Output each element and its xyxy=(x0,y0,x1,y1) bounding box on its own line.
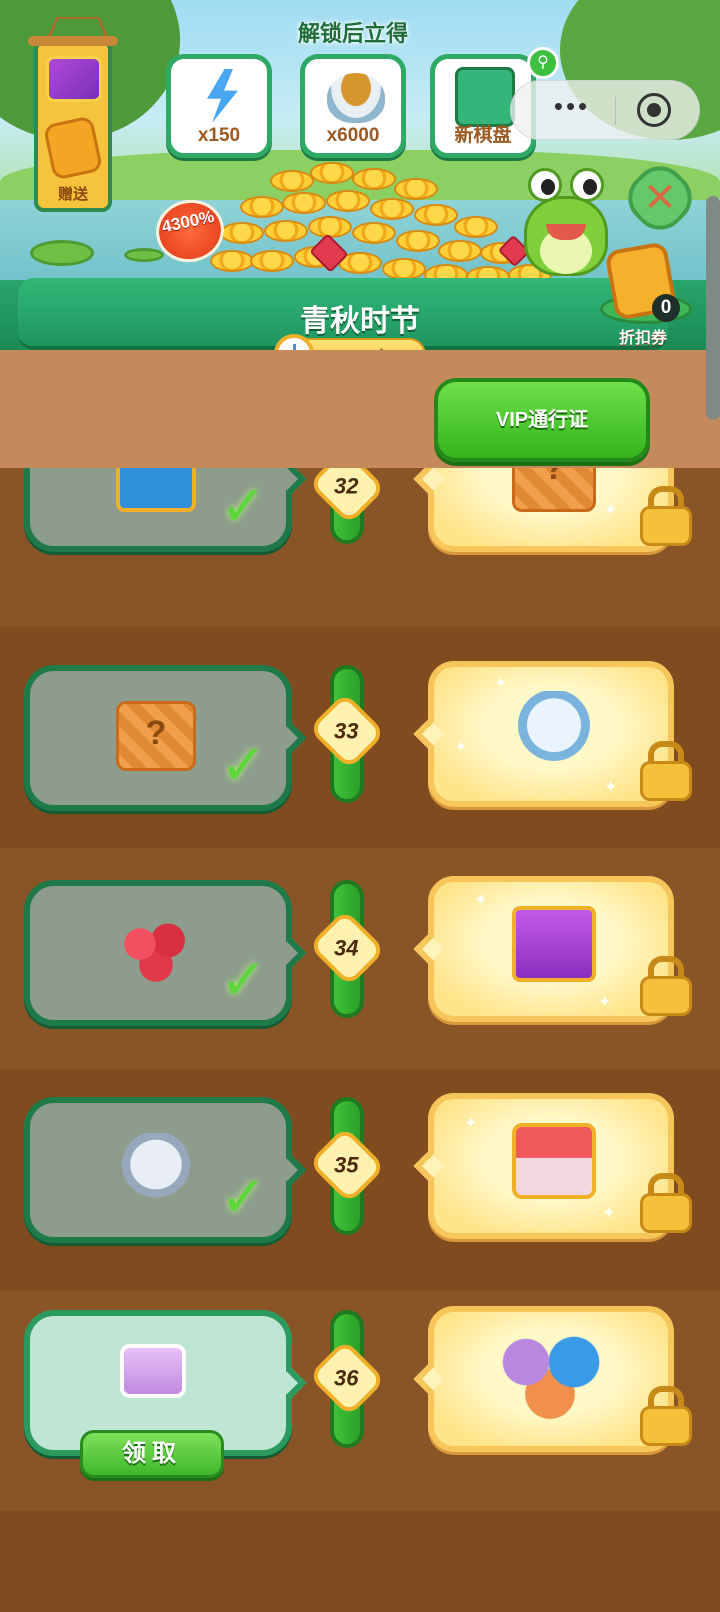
ruby-gems-icon xyxy=(116,916,196,986)
coupon-label: 折扣券 xyxy=(618,330,667,347)
vip-reward-slot[interactable]: ✦ ✦ xyxy=(413,1093,692,1239)
reward-amount: x150 xyxy=(197,125,241,146)
vip-pass-button[interactable]: VIP通行证 xyxy=(434,378,650,462)
free-reward-slot[interactable]: ✓ xyxy=(24,665,307,811)
sparkle-icon: ✦ xyxy=(604,779,618,796)
gift-label: 赠送 xyxy=(57,186,88,203)
lock-icon xyxy=(640,1386,692,1446)
season-title: 青秋时节 xyxy=(300,305,420,338)
claim-button[interactable]: 领取 xyxy=(80,1430,224,1478)
level-badge: 36 xyxy=(308,1339,386,1417)
sparkle-icon: ✦ xyxy=(464,1115,478,1132)
claimed-check-icon: ✓ xyxy=(220,474,267,537)
reward-row-partial xyxy=(0,1511,720,1612)
level-badge: 32 xyxy=(308,468,386,525)
sparkle-icon: ✦ xyxy=(452,468,465,472)
lock-icon xyxy=(640,956,692,1016)
sparkle-icon: ✦ xyxy=(474,892,488,909)
pink-chest-icon xyxy=(120,1344,186,1398)
coupon-ticket-icon xyxy=(42,115,104,181)
sparkle-icon: ✦ xyxy=(598,994,612,1011)
free-reward-slot[interactable]: ✓ xyxy=(24,1097,307,1243)
banner-rod xyxy=(28,36,118,46)
gift-banner[interactable]: 赠送 xyxy=(28,17,118,212)
vip-reward-slot[interactable] xyxy=(413,1306,692,1452)
shell-bowl-icon xyxy=(116,1133,196,1203)
free-reward-slot[interactable]: ✓ xyxy=(24,880,307,1026)
sparkle-icon: ✦ xyxy=(602,1205,616,1222)
free-reward-slot[interactable]: ✓ xyxy=(24,468,307,552)
blue-shell-bowl-icon xyxy=(512,691,596,767)
mystery-box-icon xyxy=(512,468,596,512)
purple-chest-icon xyxy=(512,906,596,982)
close-icon: ✕ xyxy=(643,176,677,220)
reward-card-energy[interactable]: x150 xyxy=(166,54,272,158)
discount-coupon-button[interactable]: 0 折扣券 xyxy=(596,238,692,348)
blue-treasure-chest-icon xyxy=(116,468,196,512)
tea-bowl-icon xyxy=(327,73,385,123)
level-badge: 33 xyxy=(308,692,386,770)
reward-row: ✓ 34 ✦ ✦ xyxy=(0,848,720,1069)
claimed-check-icon: ✓ xyxy=(220,733,267,796)
vip-reward-slot[interactable]: ✦ ✦ xyxy=(413,876,692,1022)
more-options-button[interactable]: ••• xyxy=(537,93,607,125)
sparkle-icon: ✦ xyxy=(604,502,618,519)
lock-icon xyxy=(640,486,692,546)
purple-mystery-box-icon xyxy=(46,56,102,102)
red-mystery-chest-icon xyxy=(512,1123,596,1199)
reward-amount: x6000 xyxy=(326,125,380,146)
sparkle-icon: ✦ xyxy=(494,675,508,692)
unlock-rewards-title: 解锁后立得 xyxy=(297,21,408,46)
coupon-count: 0 xyxy=(652,294,680,322)
game-board-icon xyxy=(455,67,515,127)
mini-program-capsule: ••• xyxy=(510,80,700,140)
lock-icon xyxy=(640,1173,692,1233)
level-badge: 35 xyxy=(308,1126,386,1204)
reward-row: ✓ 35 ✦ ✦ xyxy=(0,1069,720,1290)
reward-row: ✓ 32 ✦ ✦ xyxy=(0,468,720,627)
exit-target-icon[interactable] xyxy=(637,93,671,127)
energy-bolt-icon xyxy=(207,69,238,123)
lily-pad xyxy=(30,240,94,266)
capsule-divider xyxy=(615,97,616,125)
vip-reward-slot[interactable]: ✦ ✦ xyxy=(413,468,692,552)
claimed-check-icon: ✓ xyxy=(220,1165,267,1228)
lock-icon xyxy=(640,741,692,801)
magnifier-icon[interactable]: ⚲ xyxy=(527,47,559,79)
lily-pad xyxy=(124,248,164,262)
chest-bundle-icon xyxy=(490,1322,610,1422)
reward-row: ✓ 33 ✦ ✦ ✦ xyxy=(0,627,720,848)
claimed-check-icon: ✓ xyxy=(220,948,267,1011)
reward-card-bowl[interactable]: x6000 xyxy=(300,54,406,158)
vip-reward-slot[interactable]: ✦ ✦ ✦ xyxy=(413,661,692,807)
side-scroll-handle[interactable] xyxy=(706,196,720,420)
level-badge: 34 xyxy=(308,909,386,987)
mystery-box-icon xyxy=(116,701,196,771)
sparkle-icon: ✦ xyxy=(454,739,468,756)
